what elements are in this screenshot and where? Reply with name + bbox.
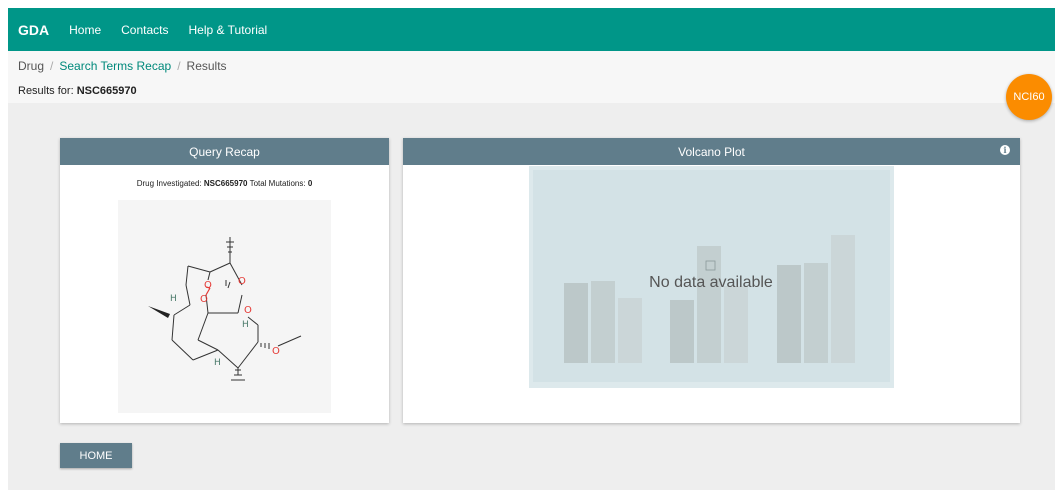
nav-contacts[interactable]: Contacts <box>121 23 168 37</box>
results-for-label: Results for: <box>18 85 74 97</box>
no-data-panel: No data available <box>533 170 890 382</box>
info-icon[interactable]: i <box>1000 145 1010 155</box>
nav-help-tutorial[interactable]: Help & Tutorial <box>189 23 268 37</box>
app-frame: GDA Home Contacts Help & Tutorial Drug / S… <box>8 8 1055 490</box>
total-mutations-value: 0 <box>307 179 313 188</box>
placeholder-bars-illustration: No data available <box>564 235 855 363</box>
oxygen-atom-label: O <box>200 294 208 305</box>
recap-summary: Drug Investigated: NSC665970 Total Mutat… <box>60 179 389 188</box>
breadcrumb-results: Results <box>186 59 227 73</box>
results-for-value: NSC665970 <box>76 85 137 97</box>
query-recap-card: Query Recap Drug Investigated: NSC665970… <box>60 138 389 423</box>
oxygen-atom-label: O <box>204 280 212 291</box>
no-data-placeholder: No data available <box>529 166 894 388</box>
breadcrumb-separator: / <box>50 59 54 73</box>
drug-investigated-label: Drug Investigated: <box>136 179 202 188</box>
nav-home[interactable]: Home <box>69 23 101 37</box>
subheader: Drug / Search Terms Recap / Results Results … <box>8 51 1055 103</box>
hydrogen-atom-label: H <box>214 358 221 368</box>
total-mutations-label: Total Mutations: <box>249 179 306 188</box>
breadcrumb-search-terms-recap[interactable]: Search Terms Recap <box>59 59 171 73</box>
no-data-message: No data available <box>649 274 773 291</box>
molecule-structure-drawing: O O O O O H H H <box>148 237 302 381</box>
query-recap-title: Query Recap <box>189 144 260 159</box>
molecule-structure: O O O O O H H H <box>118 200 331 413</box>
results-for: Results for: NSC665970 <box>18 85 137 97</box>
hydrogen-atom-label: H <box>170 294 177 304</box>
top-navbar: GDA Home Contacts Help & Tutorial <box>8 8 1055 51</box>
hydrogen-atom-label: H <box>242 320 249 330</box>
breadcrumb-drug: Drug <box>18 59 45 73</box>
oxygen-atom-label: O <box>272 346 280 357</box>
drug-investigated-value: NSC665970 <box>203 179 248 188</box>
breadcrumb-separator: / <box>177 59 181 73</box>
query-recap-header: Query Recap <box>60 138 389 165</box>
volcano-plot-card: Volcano Plot i No data available <box>403 138 1020 423</box>
home-button[interactable]: HOME <box>60 443 132 468</box>
breadcrumb: Drug / Search Terms Recap / Results <box>18 59 227 73</box>
page: GDA Home Contacts Help & Tutorial Drug / S… <box>0 0 1055 490</box>
oxygen-atom-label: O <box>244 305 252 316</box>
brand-logo[interactable]: GDA <box>18 22 49 38</box>
nci60-badge[interactable]: NCI60 <box>1006 74 1052 120</box>
volcano-plot-title: Volcano Plot <box>678 144 745 159</box>
wedge-bond <box>148 306 170 318</box>
oxygen-atom-label: O <box>238 276 246 287</box>
volcano-plot-header: Volcano Plot i <box>403 138 1020 165</box>
